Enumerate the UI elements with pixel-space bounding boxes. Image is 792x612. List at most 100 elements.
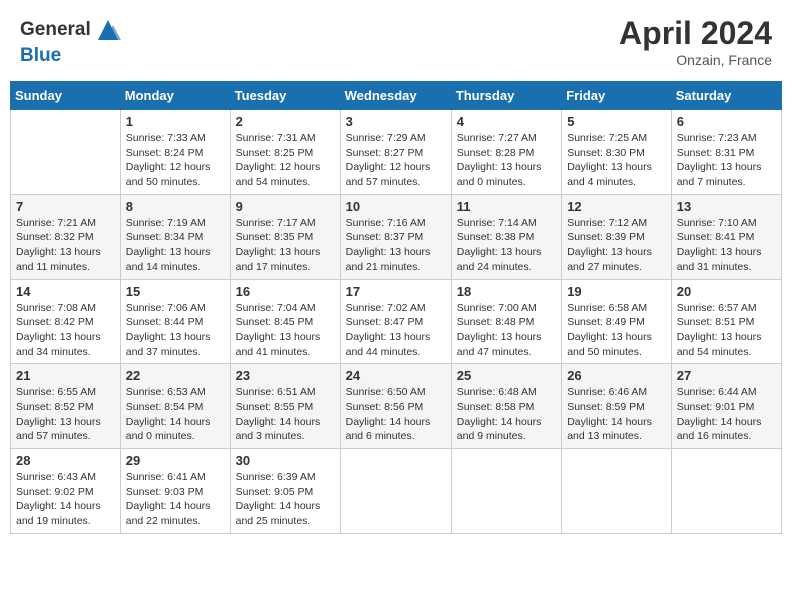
location: Onzain, France: [619, 52, 772, 68]
week-row-2: 7 Sunrise: 7:21 AM Sunset: 8:32 PM Daylig…: [11, 194, 782, 279]
day-number: 10: [346, 199, 446, 214]
calendar-cell: 11 Sunrise: 7:14 AM Sunset: 8:38 PM Dayli…: [451, 194, 561, 279]
calendar-cell: 25 Sunrise: 6:48 AM Sunset: 8:58 PM Dayli…: [451, 364, 561, 449]
day-info: Sunrise: 7:21 AM Sunset: 8:32 PM Dayligh…: [16, 216, 115, 275]
day-info: Sunrise: 6:50 AM Sunset: 8:56 PM Dayligh…: [346, 385, 446, 444]
week-row-3: 14Sunrise: 7:08 AM Sunset: 8:42 PM Dayli…: [11, 279, 782, 364]
calendar-cell: 8 Sunrise: 7:19 AM Sunset: 8:34 PM Daylig…: [120, 194, 230, 279]
column-header-friday: Friday: [562, 82, 672, 110]
day-info: Sunrise: 7:04 AM Sunset: 8:45 PM Dayligh…: [236, 301, 335, 360]
calendar-cell: 26 Sunrise: 6:46 AM Sunset: 8:59 PM Dayli…: [562, 364, 672, 449]
day-info: Sunrise: 7:29 AM Sunset: 8:27 PM Dayligh…: [346, 131, 446, 190]
day-number: 22: [126, 368, 225, 383]
calendar-cell: 7 Sunrise: 7:21 AM Sunset: 8:32 PM Daylig…: [11, 194, 121, 279]
day-number: 3: [346, 114, 446, 129]
day-number: 11: [457, 199, 556, 214]
calendar-cell: [562, 449, 672, 534]
day-number: 19: [567, 284, 666, 299]
day-info: Sunrise: 7:06 AM Sunset: 8:44 PM Dayligh…: [126, 301, 225, 360]
day-info: Sunrise: 6:55 AM Sunset: 8:52 PM Dayligh…: [16, 385, 115, 444]
calendar-cell: 15 Sunrise: 7:06 AM Sunset: 8:44 PM Dayli…: [120, 279, 230, 364]
day-info: Sunrise: 6:39 AM Sunset: 9:05 PM Dayligh…: [236, 470, 335, 529]
day-info: Sunrise: 7:12 AM Sunset: 8:39 PM Dayligh…: [567, 216, 666, 275]
logo-general: General: [20, 19, 91, 41]
calendar-cell: 20 Sunrise: 6:57 AM Sunset: 8:51 PM Dayli…: [671, 279, 781, 364]
month-title: April 2024: [619, 15, 772, 52]
day-info: Sunrise: 6:41 AM Sunset: 9:03 PM Dayligh…: [126, 470, 225, 529]
calendar-cell: 27Sunrise: 6:44 AM Sunset: 9:01 PM Dayli…: [671, 364, 781, 449]
day-number: 18: [457, 284, 556, 299]
calendar-table: SundayMondayTuesdayWednesdayThursdayFrid…: [10, 81, 782, 534]
day-info: Sunrise: 6:57 AM Sunset: 8:51 PM Dayligh…: [677, 301, 776, 360]
calendar-cell: 5 Sunrise: 7:25 AM Sunset: 8:30 PM Daylig…: [562, 110, 672, 195]
day-info: Sunrise: 7:10 AM Sunset: 8:41 PM Dayligh…: [677, 216, 776, 275]
logo: General Blue: [20, 15, 123, 67]
calendar-cell: 3 Sunrise: 7:29 AM Sunset: 8:27 PM Daylig…: [340, 110, 451, 195]
column-header-wednesday: Wednesday: [340, 82, 451, 110]
day-info: Sunrise: 7:33 AM Sunset: 8:24 PM Dayligh…: [126, 131, 225, 190]
day-number: 15: [126, 284, 225, 299]
day-number: 12: [567, 199, 666, 214]
day-info: Sunrise: 6:53 AM Sunset: 8:54 PM Dayligh…: [126, 385, 225, 444]
day-info: Sunrise: 7:14 AM Sunset: 8:38 PM Dayligh…: [457, 216, 556, 275]
day-number: 16: [236, 284, 335, 299]
day-number: 5: [567, 114, 666, 129]
day-info: Sunrise: 7:19 AM Sunset: 8:34 PM Dayligh…: [126, 216, 225, 275]
calendar-cell: 4Sunrise: 7:27 AM Sunset: 8:28 PM Daylig…: [451, 110, 561, 195]
calendar-cell: 1Sunrise: 7:33 AM Sunset: 8:24 PM Daylig…: [120, 110, 230, 195]
day-info: Sunrise: 7:23 AM Sunset: 8:31 PM Dayligh…: [677, 131, 776, 190]
calendar-cell: [11, 110, 121, 195]
calendar-cell: 9Sunrise: 7:17 AM Sunset: 8:35 PM Daylig…: [230, 194, 340, 279]
calendar-cell: 6Sunrise: 7:23 AM Sunset: 8:31 PM Daylig…: [671, 110, 781, 195]
calendar-cell: 16 Sunrise: 7:04 AM Sunset: 8:45 PM Dayli…: [230, 279, 340, 364]
calendar-cell: 29Sunrise: 6:41 AM Sunset: 9:03 PM Dayli…: [120, 449, 230, 534]
column-header-monday: Monday: [120, 82, 230, 110]
day-number: 24: [346, 368, 446, 383]
day-info: Sunrise: 7:02 AM Sunset: 8:47 PM Dayligh…: [346, 301, 446, 360]
day-info: Sunrise: 7:31 AM Sunset: 8:25 PM Dayligh…: [236, 131, 335, 190]
calendar-cell: 13Sunrise: 7:10 AM Sunset: 8:41 PM Dayli…: [671, 194, 781, 279]
day-info: Sunrise: 7:00 AM Sunset: 8:48 PM Dayligh…: [457, 301, 556, 360]
calendar-cell: 24 Sunrise: 6:50 AM Sunset: 8:56 PM Dayli…: [340, 364, 451, 449]
logo-blue: Blue: [20, 45, 61, 67]
week-row-4: 21Sunrise: 6:55 AM Sunset: 8:52 PM Dayli…: [11, 364, 782, 449]
calendar-cell: 23Sunrise: 6:51 AM Sunset: 8:55 PM Dayli…: [230, 364, 340, 449]
page-header: General Blue April 2024 Onzain, France: [10, 10, 782, 73]
calendar-cell: 17 Sunrise: 7:02 AM Sunset: 8:47 PM Dayli…: [340, 279, 451, 364]
calendar-cell: 22 Sunrise: 6:53 AM Sunset: 8:54 PM Dayli…: [120, 364, 230, 449]
day-number: 17: [346, 284, 446, 299]
calendar-cell: 2 Sunrise: 7:31 AM Sunset: 8:25 PM Daylig…: [230, 110, 340, 195]
column-header-saturday: Saturday: [671, 82, 781, 110]
day-info: Sunrise: 6:46 AM Sunset: 8:59 PM Dayligh…: [567, 385, 666, 444]
day-info: Sunrise: 6:48 AM Sunset: 8:58 PM Dayligh…: [457, 385, 556, 444]
calendar-cell: 12 Sunrise: 7:12 AM Sunset: 8:39 PM Dayli…: [562, 194, 672, 279]
day-number: 23: [236, 368, 335, 383]
day-number: 4: [457, 114, 556, 129]
day-number: 14: [16, 284, 115, 299]
day-number: 7: [16, 199, 115, 214]
column-header-sunday: Sunday: [11, 82, 121, 110]
day-info: Sunrise: 7:25 AM Sunset: 8:30 PM Dayligh…: [567, 131, 666, 190]
calendar-cell: 30 Sunrise: 6:39 AM Sunset: 9:05 PM Dayli…: [230, 449, 340, 534]
calendar-cell: [671, 449, 781, 534]
day-number: 25: [457, 368, 556, 383]
logo-icon: [93, 15, 123, 45]
day-number: 20: [677, 284, 776, 299]
week-row-5: 28Sunrise: 6:43 AM Sunset: 9:02 PM Dayli…: [11, 449, 782, 534]
day-number: 30: [236, 453, 335, 468]
title-block: April 2024 Onzain, France: [619, 15, 772, 68]
day-number: 2: [236, 114, 335, 129]
day-number: 26: [567, 368, 666, 383]
day-info: Sunrise: 7:16 AM Sunset: 8:37 PM Dayligh…: [346, 216, 446, 275]
calendar-header-row: SundayMondayTuesdayWednesdayThursdayFrid…: [11, 82, 782, 110]
day-info: Sunrise: 6:43 AM Sunset: 9:02 PM Dayligh…: [16, 470, 115, 529]
calendar-cell: 18 Sunrise: 7:00 AM Sunset: 8:48 PM Dayli…: [451, 279, 561, 364]
day-info: Sunrise: 6:58 AM Sunset: 8:49 PM Dayligh…: [567, 301, 666, 360]
day-number: 8: [126, 199, 225, 214]
calendar-cell: 10 Sunrise: 7:16 AM Sunset: 8:37 PM Dayli…: [340, 194, 451, 279]
calendar-cell: 14Sunrise: 7:08 AM Sunset: 8:42 PM Dayli…: [11, 279, 121, 364]
day-info: Sunrise: 6:44 AM Sunset: 9:01 PM Dayligh…: [677, 385, 776, 444]
column-header-tuesday: Tuesday: [230, 82, 340, 110]
calendar-cell: [340, 449, 451, 534]
week-row-1: 1Sunrise: 7:33 AM Sunset: 8:24 PM Daylig…: [11, 110, 782, 195]
